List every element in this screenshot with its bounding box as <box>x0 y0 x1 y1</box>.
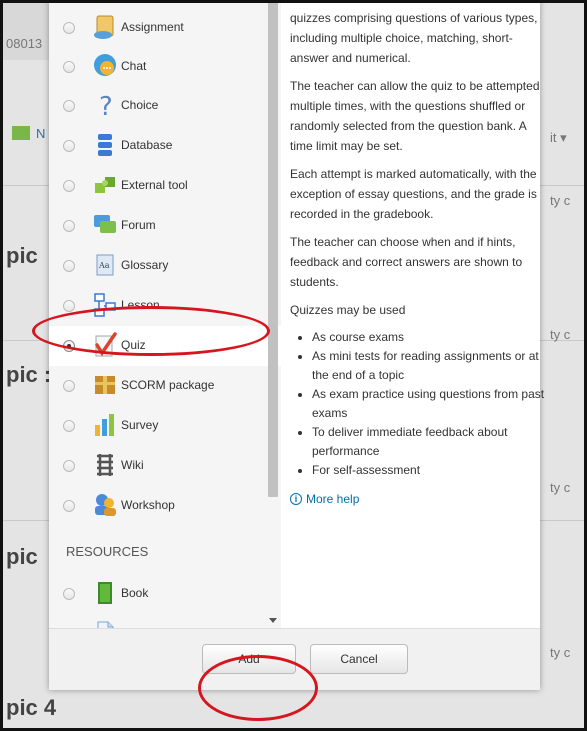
activity-option-label: SCORM package <box>121 378 215 392</box>
activity-option[interactable]: External tool <box>49 166 281 206</box>
activity-radio[interactable] <box>63 380 75 392</box>
bg-right-fragment: ty c <box>550 645 571 660</box>
more-help-link[interactable]: i More help <box>290 492 540 506</box>
scroll-down-arrow-icon[interactable] <box>269 618 277 623</box>
activity-radio[interactable] <box>63 140 75 152</box>
activity-radio[interactable] <box>63 588 75 600</box>
activity-option-label: Forum <box>121 218 156 232</box>
activity-option[interactable]: ? Choice <box>49 86 281 126</box>
activity-option-label: Assignment <box>121 20 184 34</box>
activity-option-label: Database <box>121 138 173 152</box>
workshop-icon <box>91 491 119 519</box>
activity-radio[interactable] <box>63 260 75 272</box>
bg-topic-heading: pic <box>6 544 38 569</box>
survey-icon <box>91 411 119 439</box>
bg-header-block <box>0 0 49 60</box>
bg-news-icon <box>12 126 30 140</box>
help-bullet: As mini tests for reading assignments or… <box>312 347 547 385</box>
activity-option-label: Glossary <box>121 258 169 272</box>
activity-option[interactable]: Survey <box>49 406 281 446</box>
database-icon <box>91 131 119 159</box>
cancel-button[interactable]: Cancel <box>310 644 408 674</box>
activity-option[interactable]: Workshop <box>49 486 281 526</box>
activity-option[interactable]: File <box>49 614 281 628</box>
glossary-icon: Aa <box>91 251 119 279</box>
bg-topic-heading: pic 4 <box>6 695 57 720</box>
activity-radio[interactable] <box>63 100 75 112</box>
activity-radio[interactable] <box>63 300 75 312</box>
activity-option-label: Choice <box>121 98 159 112</box>
info-icon: i <box>290 493 302 505</box>
bg-news-link[interactable]: N <box>36 126 45 141</box>
file-icon <box>91 619 119 628</box>
help-paragraph: Quizzes may be used <box>290 303 406 317</box>
wiki-icon <box>91 451 119 479</box>
activity-option-label: Book <box>121 586 149 600</box>
module-help-panel: quizzes comprising questions of various … <box>282 0 544 628</box>
more-help-label: More help <box>306 492 360 506</box>
svg-text:Aa: Aa <box>98 261 110 270</box>
chat-icon <box>91 52 119 80</box>
help-paragraph: The teacher can choose when and if hints… <box>290 235 523 289</box>
scorm-icon <box>91 371 119 399</box>
activity-option[interactable]: Forum <box>49 206 281 246</box>
choice-icon: ? <box>91 91 119 122</box>
help-bullet: As exam practice using questions from pa… <box>312 385 547 423</box>
activity-option[interactable]: Book <box>49 574 281 614</box>
help-bullet: As course exams <box>312 328 547 347</box>
options-scrollbar[interactable] <box>267 0 279 628</box>
help-bullet: To deliver immediate feedback about perf… <box>312 423 547 461</box>
help-bullet: For self-assessment <box>312 461 547 480</box>
activity-radio[interactable] <box>63 500 75 512</box>
activity-radio[interactable] <box>63 22 75 34</box>
bg-topic-heading: pic : <box>6 362 52 387</box>
book-icon <box>91 579 119 607</box>
bg-right-fragment: ty c <box>550 193 571 208</box>
bg-course-id: 08013 <box>6 36 43 51</box>
svg-text:?: ? <box>99 92 113 119</box>
activity-radio[interactable] <box>63 420 75 432</box>
activity-radio[interactable] <box>63 460 75 472</box>
activity-option[interactable]: Assignment <box>49 8 281 48</box>
assignment-icon <box>91 13 119 41</box>
external-tool-icon <box>91 171 119 199</box>
activity-option[interactable]: Chat <box>49 47 281 87</box>
activity-option-label: Workshop <box>121 498 175 512</box>
bg-right-fragment: ty c <box>550 327 571 342</box>
help-bullet-list: As course exams As mini tests for readin… <box>312 328 547 480</box>
resources-heading: RESOURCES <box>66 544 149 559</box>
activity-option[interactable]: Database <box>49 126 281 166</box>
activity-option[interactable]: Aa Glossary <box>49 246 281 286</box>
bg-right-fragment: ty c <box>550 480 571 495</box>
activity-option-label: Chat <box>121 59 147 73</box>
activity-option-label: External tool <box>121 178 188 192</box>
bg-topic-heading: pic <box>6 243 38 268</box>
help-paragraph: The teacher can allow the quiz to be att… <box>290 79 540 153</box>
scrollbar-thumb[interactable] <box>268 0 278 497</box>
activity-radio[interactable] <box>63 61 75 73</box>
activity-radio[interactable] <box>63 180 75 192</box>
help-paragraph: Each attempt is marked automatically, wi… <box>290 167 537 221</box>
activity-option-label: Wiki <box>121 458 144 472</box>
bg-edit-menu[interactable]: it ▾ <box>550 130 567 146</box>
activity-radio[interactable] <box>63 220 75 232</box>
help-paragraph: quizzes comprising questions of various … <box>290 11 538 65</box>
activity-option-label: Survey <box>121 418 159 432</box>
activity-option[interactable]: SCORM package <box>49 366 281 406</box>
quiz-highlight-annotation <box>32 306 270 356</box>
forum-icon <box>91 211 119 239</box>
add-button-highlight-annotation <box>198 655 318 721</box>
activity-option[interactable]: Wiki <box>49 446 281 486</box>
